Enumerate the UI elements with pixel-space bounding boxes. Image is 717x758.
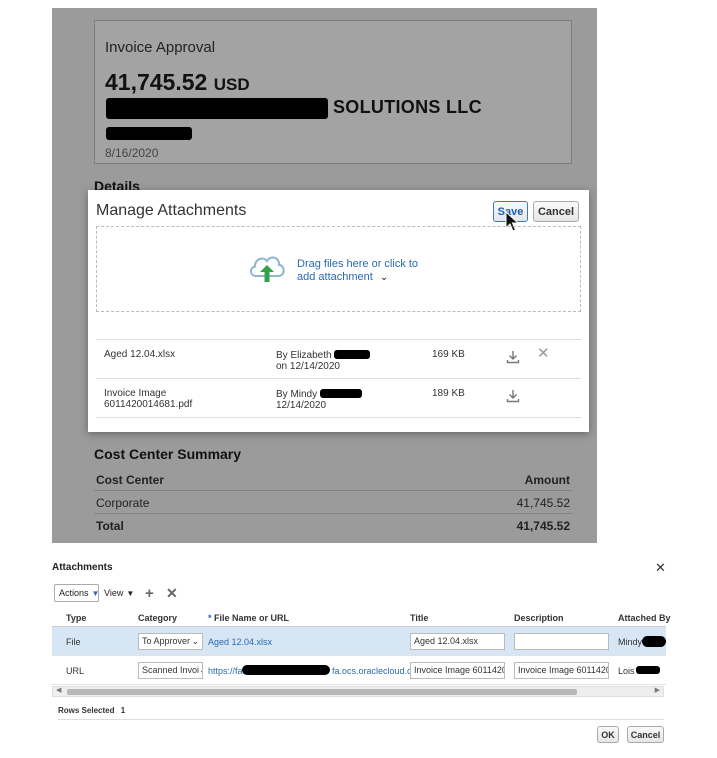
rows-selected-count: 1 <box>120 706 126 715</box>
caret-down-icon: ▼ <box>91 588 100 598</box>
attached-by-redaction <box>636 666 660 674</box>
attachment-size: 169 KB <box>432 349 465 360</box>
drop-zone-text[interactable]: Drag files here or click to add attachme… <box>297 258 437 284</box>
file-link[interactable]: Aged 12.04.xlsx <box>208 637 272 647</box>
download-icon[interactable] <box>506 350 520 364</box>
description-input[interactable] <box>514 633 609 650</box>
attachment-author-name: By Mindy <box>276 389 318 400</box>
dialog-cancel-button[interactable]: Cancel <box>627 726 664 743</box>
attachment-file-name[interactable]: Invoice Image 6011420014681.pdf <box>104 388 204 410</box>
close-icon[interactable]: ✕ <box>655 560 666 576</box>
attachment-size: 189 KB <box>432 388 465 399</box>
title-input[interactable]: Aged 12.04.xlsx <box>410 633 505 650</box>
attached-by: Lois <box>618 666 635 676</box>
actions-menu[interactable]: Actions ▼ <box>54 584 99 602</box>
invoice-summary-card: Invoice Approval 41,745.52 USD SOLUTIONS… <box>94 20 572 164</box>
download-icon[interactable] <box>506 389 520 403</box>
file-column-label: File Name or URL <box>214 613 290 623</box>
total-amount: 41,745.52 <box>516 519 570 533</box>
table-header-row: Type Category * File Name or URL Title D… <box>52 608 671 627</box>
url-redaction <box>242 665 330 675</box>
ok-button[interactable]: OK <box>597 726 619 743</box>
supplier-detail-redaction <box>106 127 192 140</box>
file-drop-zone[interactable]: Drag files here or click to add attachme… <box>96 226 581 312</box>
attachment-file-name[interactable]: Aged 12.04.xlsx <box>104 349 254 360</box>
supplier-name: SOLUTIONS LLC <box>333 97 482 117</box>
chevron-down-icon[interactable]: ⌄ <box>380 271 388 284</box>
column-header-category[interactable]: Category <box>138 613 177 623</box>
attachment-list: Aged 12.04.xlsx By Elizabeth on 12/14/20… <box>96 339 581 418</box>
author-redaction <box>319 389 362 398</box>
category-select[interactable]: To Approver ⌄ <box>138 633 203 650</box>
add-icon[interactable]: + <box>145 584 154 602</box>
column-header-title[interactable]: Title <box>410 613 428 623</box>
required-marker: * <box>208 613 212 623</box>
delete-icon[interactable]: ✕ <box>166 584 178 602</box>
table-row[interactable]: File To Approver ⌄ Aged 12.04.xlsx Aged 1… <box>52 627 666 656</box>
invoice-amount: 41,745.52 USD <box>105 69 250 96</box>
drop-zone-label: Drag files here or click to add attachme… <box>297 258 419 283</box>
list-item: Aged 12.04.xlsx By Elizabeth on 12/14/20… <box>96 340 581 379</box>
list-item: Invoice Image 6011420014681.pdf By Mindy… <box>96 379 581 418</box>
title-input[interactable]: Invoice Image 601142001 <box>410 662 505 679</box>
modal-title: Manage Attachments <box>96 202 247 219</box>
caret-down-icon: ▼ <box>126 588 135 598</box>
total-label: Total <box>96 519 124 533</box>
invoice-currency: USD <box>213 75 250 94</box>
total-row: Total 41,745.52 <box>94 514 572 537</box>
actions-label: Actions <box>59 588 89 598</box>
attachment-author: By Elizabeth on 12/14/2020 <box>276 349 396 372</box>
attachments-dialog: Attachments ✕ Actions ▼ View ▼ + ✕ Type … <box>50 556 671 751</box>
cloud-upload-icon <box>250 256 285 282</box>
chevron-down-icon: ⌄ <box>191 636 199 646</box>
cost-center-table: Cost Center Amount Corporate 41,745.52 T… <box>94 468 572 537</box>
scrollbar-thumb[interactable] <box>67 689 577 695</box>
category-value: Scanned Invoi <box>142 665 200 675</box>
attachment-date: on 12/14/2020 <box>276 361 340 372</box>
row-type: URL <box>66 666 85 676</box>
cancel-button[interactable]: Cancel <box>533 201 579 222</box>
attachment-author-name: By Elizabeth <box>276 350 332 361</box>
url-link-end[interactable]: fa.ocs.oraclecloud.c... <box>332 666 419 676</box>
rows-selected-status: Rows Selected 1 <box>58 702 664 720</box>
column-header-attached-by[interactable]: Attached By <box>618 613 671 623</box>
manage-attachments-modal: Manage Attachments Save Cancel Drag file… <box>88 190 589 432</box>
table-row[interactable]: URL Scanned Invoi⌄ https://fa- fa.ocs.or… <box>52 656 666 685</box>
cost-center-summary-heading: Cost Center Summary <box>94 446 242 462</box>
invoice-date: 8/16/2020 <box>105 146 159 160</box>
cost-center-amount: 41,745.52 <box>516 496 570 510</box>
attachment-author: By Mindy 12/14/2020 <box>276 388 396 411</box>
dialog-title: Attachments <box>52 562 113 573</box>
category-select[interactable]: Scanned Invoi⌄ <box>138 662 203 679</box>
scroll-right-icon[interactable]: ▶ <box>655 686 660 694</box>
url-link-start[interactable]: https://fa- <box>208 666 246 676</box>
table-row: Corporate 41,745.52 <box>94 491 572 514</box>
view-menu[interactable]: View ▼ <box>102 584 134 602</box>
attached-by: Mindy <box>618 637 643 647</box>
view-label: View <box>104 588 124 598</box>
rows-selected-label: Rows Selected <box>58 706 115 715</box>
cost-center-column-header: Cost Center <box>96 473 165 487</box>
column-header-type[interactable]: Type <box>66 613 86 623</box>
close-icon[interactable]: ✕ <box>537 346 550 361</box>
row-type: File <box>66 637 81 647</box>
attachments-table: Type Category * File Name or URL Title D… <box>52 608 671 685</box>
amount-column-header: Amount <box>524 473 570 487</box>
supplier-name-redaction <box>106 98 328 119</box>
invoice-amount-value: 41,745.52 <box>105 69 208 95</box>
scroll-left-icon[interactable]: ◀ <box>56 686 61 694</box>
category-value: To Approver <box>142 636 191 646</box>
chevron-down-icon: ⌄ <box>199 663 202 678</box>
invoice-approval-label: Invoice Approval <box>105 39 216 56</box>
column-header-description[interactable]: Description <box>514 613 564 623</box>
attachment-date: 12/14/2020 <box>276 400 327 411</box>
column-header-file[interactable]: * File Name or URL <box>208 613 289 623</box>
description-input[interactable]: Invoice Image 601142001 <box>514 662 609 679</box>
cost-center-name: Corporate <box>96 496 150 510</box>
author-redaction <box>334 350 371 359</box>
horizontal-scrollbar[interactable]: ◀ ▶ <box>52 686 664 697</box>
cost-center-header-row: Cost Center Amount <box>94 468 572 491</box>
attached-by-redaction <box>642 636 666 647</box>
